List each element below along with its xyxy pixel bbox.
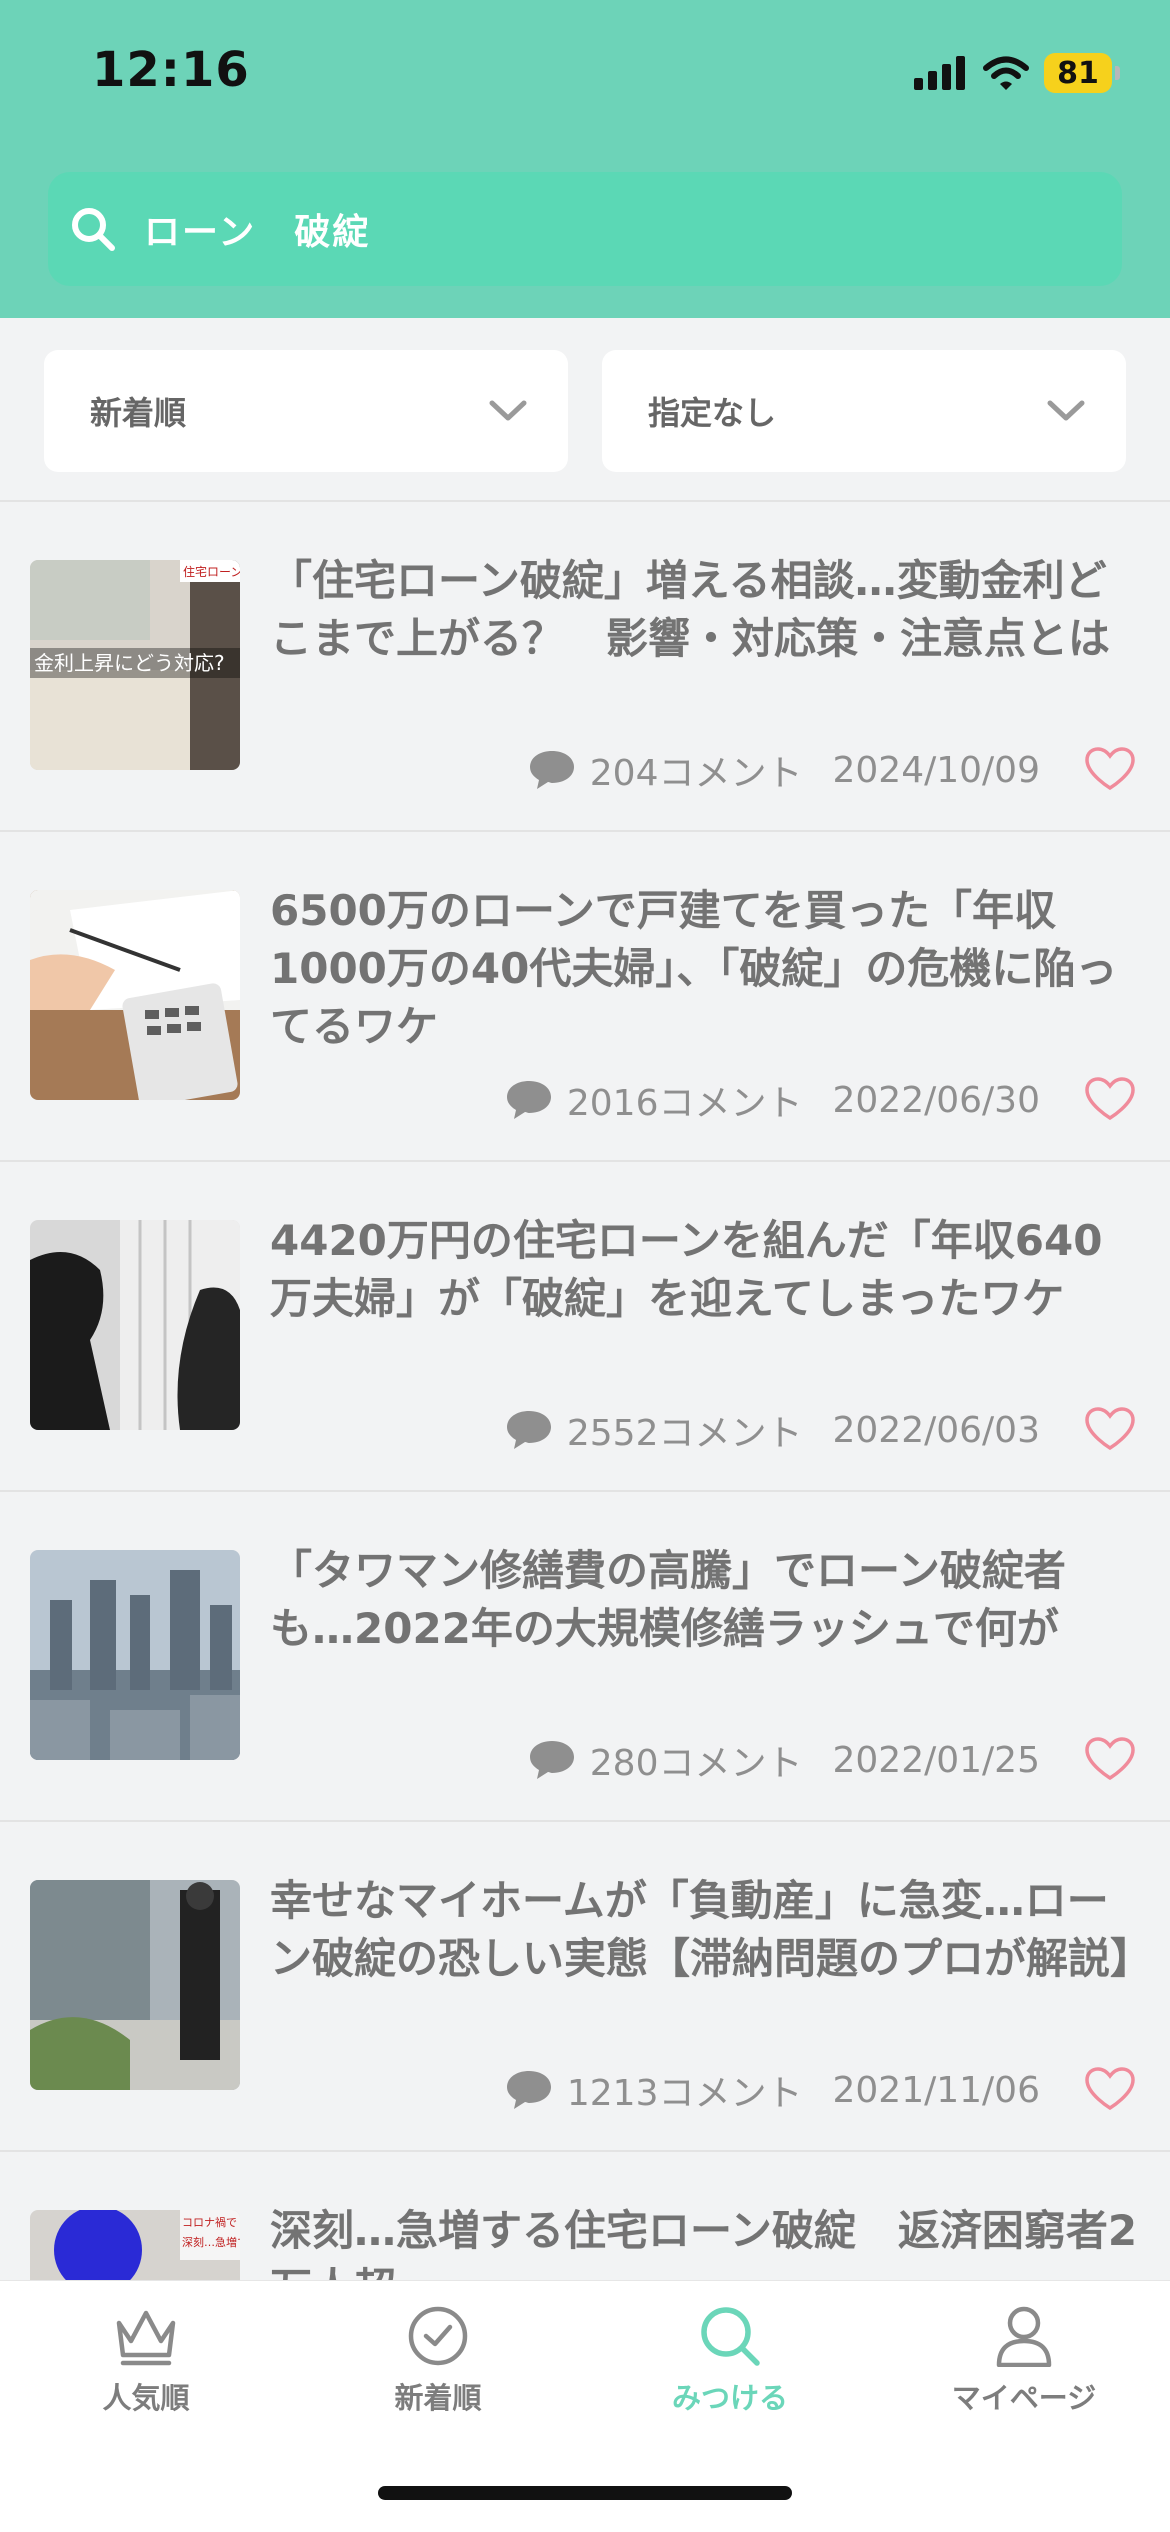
home-indicator [378, 2486, 792, 2500]
article-thumbnail [30, 1550, 240, 1760]
comment-count: 1213コメント [566, 2073, 803, 2114]
article-list: 住宅ローン 金利上昇にどう対応? 「住宅ローン破綻」増える相談…変動金利どこまで… [0, 502, 1170, 2482]
comment-count: 280コメント [589, 1743, 803, 1784]
comment-count: 2016コメント [566, 1083, 803, 1124]
article-item[interactable]: 住宅ローン 金利上昇にどう対応? 「住宅ローン破綻」増える相談…変動金利どこまで… [0, 502, 1170, 832]
person-icon [996, 2306, 1052, 2367]
comment-count: 204コメント [589, 753, 803, 794]
filter-bar: 新着順 指定なし [44, 350, 1126, 472]
chevron-down-icon [1047, 400, 1085, 421]
search-icon [72, 208, 115, 251]
article-title[interactable]: 「タワマン修繕費の高騰」でローン破綻者も…2022年の大規模修繕ラッシュで何が [270, 1542, 1140, 1658]
article-title[interactable]: 4420万円の住宅ローンを組んだ「年収640万夫婦」が「破綻」を迎えてしまったワ… [270, 1212, 1140, 1328]
article-date: 2021/11/06 [832, 2069, 1041, 2111]
comment-icon [506, 2071, 551, 2109]
search-icon [701, 2307, 760, 2366]
clock-icon [408, 2306, 468, 2366]
heart-icon[interactable] [1084, 1736, 1136, 1782]
crown-icon [116, 2310, 176, 2366]
article-thumbnail [30, 890, 240, 1100]
article-meta: 2016コメント 2022/06/30 [505, 1074, 1040, 1126]
tab-mypage[interactable]: マイページ [924, 2305, 1124, 2417]
comment-icon [529, 1741, 574, 1779]
article-thumbnail: 住宅ローン 金利上昇にどう対応? [30, 560, 240, 770]
comment-icon [506, 1081, 551, 1119]
signal-icon [914, 56, 965, 90]
chevron-down-icon [489, 400, 527, 421]
category-dropdown-label: 指定なし [648, 394, 777, 432]
battery-indicator: 81 [1044, 53, 1120, 93]
article-meta: 204コメント 2024/10/09 [528, 744, 1040, 796]
comment-icon [529, 751, 574, 789]
article-meta: 2552コメント 2022/06/03 [505, 1404, 1040, 1456]
article-item[interactable]: 6500万のローンで戸建てを買った「年収1000万の40代夫婦」、「破綻」の危機… [0, 832, 1170, 1162]
heart-icon[interactable] [1084, 1076, 1136, 1122]
article-item[interactable]: 4420万円の住宅ローンを組んだ「年収640万夫婦」が「破綻」を迎えてしまったワ… [0, 1162, 1170, 1492]
app-header: 12:16 81 ローン 破綻 [0, 0, 1170, 318]
article-date: 2022/01/25 [832, 1739, 1041, 1781]
status-icons: 81 [914, 50, 1120, 96]
tab-label: 人気順 [102, 2381, 190, 2415]
article-date: 2022/06/30 [832, 1079, 1041, 1121]
article-meta: 280コメント 2022/01/25 [528, 1734, 1040, 1786]
svg-text:コロナ禍で: コロナ禍で [182, 2215, 237, 2229]
tab-label: 新着順 [394, 2381, 482, 2415]
svg-text:住宅ローン: 住宅ローン [183, 564, 240, 579]
article-title[interactable]: 幸せなマイホームが「負動産」に急変…ローン破綻の恐しい実態【滞納問題のプロが解説… [270, 1872, 1152, 1988]
comment-count: 2552コメント [566, 1413, 803, 1454]
article-title[interactable]: 「住宅ローン破綻」増える相談…変動金利どこまで上がる？ 影響・対応策・注意点とは [270, 552, 1140, 668]
tab-label: マイページ [951, 2381, 1097, 2415]
article-title[interactable]: 6500万のローンで戸建てを買った「年収1000万の40代夫婦」、「破綻」の危機… [270, 882, 1140, 1056]
heart-icon[interactable] [1084, 2066, 1136, 2112]
sort-dropdown[interactable]: 新着順 [44, 350, 568, 472]
tab-discover[interactable]: みつける [630, 2305, 830, 2417]
tab-popular[interactable]: 人気順 [46, 2305, 246, 2417]
heart-icon[interactable] [1084, 746, 1136, 792]
article-thumbnail [30, 1220, 240, 1430]
article-date: 2024/10/09 [832, 749, 1041, 791]
battery-level: 81 [1057, 55, 1099, 91]
tab-label: みつける [671, 2381, 788, 2415]
sort-dropdown-label: 新着順 [90, 394, 187, 432]
article-thumbnail [30, 1880, 240, 2090]
heart-icon[interactable] [1084, 1406, 1136, 1452]
svg-text:深刻…急増す: 深刻…急増す [182, 2235, 240, 2249]
search-bar[interactable]: ローン 破綻 [48, 172, 1122, 286]
svg-text:金利上昇にどう対応?: 金利上昇にどう対応? [34, 651, 225, 675]
category-dropdown[interactable]: 指定なし [602, 350, 1126, 472]
article-item[interactable]: 幸せなマイホームが「負動産」に急変…ローン破綻の恐しい実態【滞納問題のプロが解説… [0, 1822, 1170, 2152]
wifi-icon [983, 56, 1029, 90]
article-item[interactable]: 「タワマン修繕費の高騰」でローン破綻者も…2022年の大規模修繕ラッシュで何が … [0, 1492, 1170, 1822]
comment-icon [506, 1411, 551, 1449]
article-meta: 1213コメント 2021/11/06 [505, 2064, 1040, 2116]
status-time: 12:16 [92, 42, 250, 98]
article-date: 2022/06/03 [832, 1409, 1041, 1451]
search-query[interactable]: ローン 破綻 [144, 203, 370, 255]
tab-newest[interactable]: 新着順 [338, 2305, 538, 2417]
